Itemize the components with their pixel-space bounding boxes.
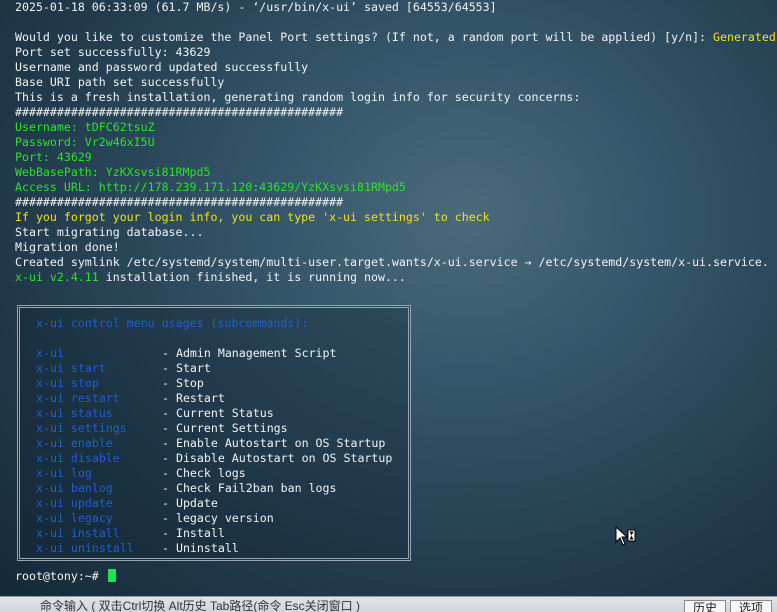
menu-command-description: - Check Fail2ban ban logs (162, 481, 337, 495)
menu-command: x-ui update (36, 496, 113, 510)
terminal-line: ########################################… (15, 195, 343, 210)
terminal-line: If you forgot your login info, you can t… (15, 210, 490, 225)
terminal-line: 2025-01-18 06:33:09 (61.7 MB/s) - ‘/usr/… (15, 0, 497, 15)
menu-command-description: - Stop (162, 376, 204, 390)
menu-command-description: - Start (162, 361, 211, 375)
terminal-line-suffix: installation finished, it is running now… (98, 270, 406, 284)
terminal-line-text: WebBasePath: YzKXsvsi81RMpd5 (15, 165, 211, 179)
terminal-line-text: If you forgot your login info, you can t… (15, 210, 490, 224)
menu-command-description: - legacy version (162, 511, 274, 525)
menu-command-description: - Install (162, 526, 225, 540)
terminal-line-text: Username and password updated successful… (15, 60, 309, 74)
menu-command: x-ui (36, 346, 64, 360)
menu-command-description: - Current Settings (162, 421, 288, 435)
terminal-line: x-ui v2.4.11 installation finished, it i… (15, 270, 406, 285)
menu-command: x-ui disable (36, 451, 120, 465)
control-menu-title: x-ui control menu usages (subcommands): (36, 316, 309, 330)
menu-command: x-ui install (36, 526, 120, 540)
terminal-line: Start migrating database... (15, 225, 203, 240)
menu-command: x-ui banlog (36, 481, 113, 495)
terminal-line-text: This is a fresh installation, generating… (15, 90, 581, 104)
terminal-line-text: Start migrating database... (15, 225, 204, 239)
command-input-field[interactable]: 命令输入 ( 双击Ctrl切换 Alt历史 Tab路径(命令 Esc关闭窗口 ) (40, 600, 360, 612)
menu-command: x-ui status (36, 406, 113, 420)
menu-command-description: - Admin Management Script (162, 346, 337, 360)
terminal-line-text: 2025-01-18 06:33:09 (61.7 MB/s) - ‘/usr/… (15, 0, 497, 14)
terminal-line: Port set successfully: 43629 (15, 45, 210, 60)
terminal-line: Created symlink /etc/systemd/system/mult… (15, 255, 769, 270)
terminal-output[interactable]: 2025-01-18 06:33:09 (61.7 MB/s) - ‘/usr/… (0, 0, 777, 596)
text-cursor (107, 569, 116, 582)
terminal-line-text: x-ui v2.4.11 (15, 270, 99, 284)
terminal-line-text: Port: 43629 (15, 150, 92, 164)
terminal-line-suffix: Generated (713, 30, 776, 44)
mouse-pointer-busy-icon (615, 526, 636, 546)
terminal-line-text: Port set successfully: 43629 (15, 45, 211, 59)
menu-command: x-ui log (36, 466, 92, 480)
terminal-line: This is a fresh installation, generating… (15, 90, 580, 105)
terminal-line-text: ########################################… (15, 195, 344, 209)
terminal-line: ########################################… (15, 105, 343, 120)
options-button[interactable]: 选项 (730, 600, 773, 612)
menu-command-description: - Current Status (162, 406, 274, 420)
menu-command: x-ui legacy (36, 511, 113, 525)
terminal-line-text: Password: Vr2w46xI5U (15, 135, 155, 149)
terminal-line-text: Migration done! (15, 240, 120, 254)
terminal-line: Username: tDFC62tsuZ (15, 120, 155, 135)
shell-prompt[interactable]: root@tony:~# (15, 569, 116, 584)
terminal-line: Migration done! (15, 240, 120, 255)
terminal-line: Access URL: http://178.239.171.120:43629… (15, 180, 406, 195)
menu-command-description: - Enable Autostart on OS Startup (162, 436, 386, 450)
terminal-line: Password: Vr2w46xI5U (15, 135, 155, 150)
history-button[interactable]: 历史 (684, 600, 727, 612)
menu-command: x-ui enable (36, 436, 113, 450)
terminal-line-text: Access URL: http://178.239.171.120:43629… (15, 180, 406, 194)
terminal-line: WebBasePath: YzKXsvsi81RMpd5 (15, 165, 210, 180)
menu-command-description: - Update (162, 496, 218, 510)
terminal-line-text: Username: tDFC62tsuZ (15, 120, 155, 134)
terminal-line: Base URI path set successfully (15, 75, 224, 90)
terminal-line-text: Base URI path set successfully (15, 75, 225, 89)
menu-command-description: - Check logs (162, 466, 246, 480)
menu-command: x-ui start (36, 361, 106, 375)
menu-command-description: - Disable Autostart on OS Startup (162, 451, 393, 465)
command-input-bar: 命令输入 ( 双击Ctrl切换 Alt历史 Tab路径(命令 Esc关闭窗口 )… (0, 596, 777, 612)
control-menu-box: x-ui control menu usages (subcommands): x… (17, 305, 411, 561)
menu-command: x-ui settings (36, 421, 127, 435)
menu-command: x-ui uninstall (36, 541, 134, 555)
terminal-line-text: ########################################… (15, 105, 344, 119)
terminal-line: Port: 43629 (15, 150, 92, 165)
prompt-text: root@tony:~# (15, 569, 99, 583)
terminal-line: Username and password updated successful… (15, 60, 308, 75)
terminal-line-text: Would you like to customize the Panel Po… (15, 30, 714, 44)
terminal-line-text: Created symlink /etc/systemd/system/mult… (15, 255, 769, 269)
terminal-line: Would you like to customize the Panel Po… (15, 30, 776, 45)
menu-command-description: - Uninstall (162, 541, 239, 555)
menu-command-description: - Restart (162, 391, 225, 405)
menu-command: x-ui restart (36, 391, 120, 405)
menu-command: x-ui stop (36, 376, 99, 390)
